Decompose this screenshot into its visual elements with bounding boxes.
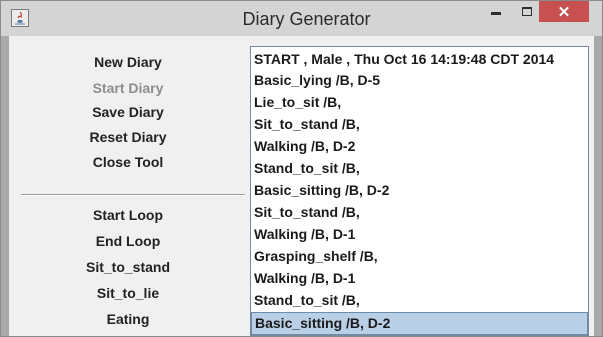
- list-item[interactable]: Grasping_shelf /B,: [251, 245, 588, 268]
- save-diary-button[interactable]: Save Diary: [9, 100, 247, 124]
- list-item[interactable]: START , Male , Thu Oct 16 14:19:48 CDT 2…: [251, 48, 588, 71]
- list-item[interactable]: Basic_lying /B, D-5: [251, 69, 588, 92]
- end-loop-button[interactable]: End Loop: [9, 229, 247, 253]
- reset-diary-button[interactable]: Reset Diary: [9, 125, 247, 149]
- list-item[interactable]: Sit_to_stand /B,: [251, 113, 588, 136]
- new-diary-button[interactable]: New Diary: [9, 50, 247, 74]
- diary-list[interactable]: START , Male , Thu Oct 16 14:19:48 CDT 2…: [250, 46, 589, 336]
- separator: [21, 194, 245, 196]
- action-panel: New Diary Start Diary Save Diary Reset D…: [9, 36, 247, 336]
- list-item-selected[interactable]: Basic_sitting /B, D-2: [251, 312, 588, 335]
- list-item[interactable]: Walking /B, D-1: [251, 223, 588, 246]
- sit-to-stand-button[interactable]: Sit_to_stand: [9, 255, 247, 279]
- list-item[interactable]: Walking /B, D-1: [251, 267, 588, 290]
- start-diary-button[interactable]: Start Diary: [9, 76, 247, 100]
- main-content: New Diary Start Diary Save Diary Reset D…: [9, 36, 594, 336]
- list-item[interactable]: Sit_to_stand /B,: [251, 201, 588, 224]
- list-item[interactable]: Basic_sitting /B, D-2: [251, 179, 588, 202]
- title-bar[interactable]: Diary Generator ✕: [1, 1, 602, 36]
- minimize-icon: [490, 12, 501, 15]
- maximize-button[interactable]: [512, 1, 541, 22]
- list-item[interactable]: Stand_to_sit /B,: [251, 289, 588, 312]
- list-item[interactable]: Lie_to_sit /B,: [251, 91, 588, 114]
- sit-to-lie-button[interactable]: Sit_to_lie: [9, 281, 247, 305]
- close-icon: ✕: [557, 3, 571, 21]
- close-tool-button[interactable]: Close Tool: [9, 150, 247, 174]
- close-button[interactable]: ✕: [539, 1, 589, 22]
- eating-button[interactable]: Eating: [9, 307, 247, 331]
- start-loop-button[interactable]: Start Loop: [9, 203, 247, 227]
- list-item[interactable]: Walking /B, D-2: [251, 135, 588, 158]
- list-item[interactable]: Stand_to_sit /B,: [251, 157, 588, 180]
- diary-generator-window: Diary Generator ✕ New Diary Start Diary …: [0, 0, 603, 337]
- minimize-button[interactable]: [481, 1, 510, 22]
- maximize-icon: [521, 7, 532, 16]
